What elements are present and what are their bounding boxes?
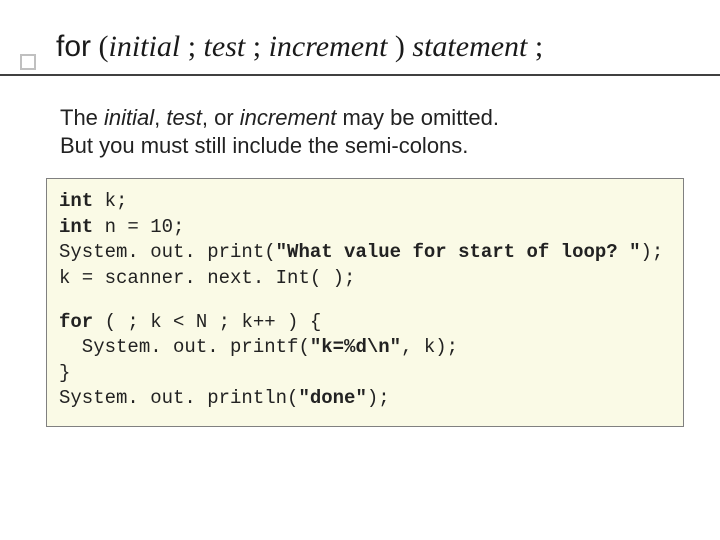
body-line-1: The initial, test, or increment may be o…	[60, 104, 499, 132]
title-keyword-for: for	[56, 30, 91, 63]
title-lparen: (	[91, 30, 109, 63]
code-l5b: ( ; k < N ; k++ ) {	[93, 311, 321, 333]
slide-title: for (initial ; test ; increment ) statem…	[56, 30, 543, 64]
code-l2b: n = 10;	[93, 216, 184, 238]
title-initial: initial	[109, 30, 181, 63]
code-l8: System. out. println(	[59, 387, 298, 409]
decor-square	[20, 54, 36, 70]
code-gap	[59, 292, 671, 310]
code-l6end: , k);	[401, 336, 458, 358]
code-kw-int1: int	[59, 190, 93, 212]
body-text: The initial, test, or increment may be o…	[60, 104, 499, 159]
body-l1a: The	[60, 105, 104, 130]
code-line-1: int k;	[59, 189, 671, 215]
code-line-5: for ( ; k < N ; k++ ) {	[59, 310, 671, 336]
code-l6q: "k=%d\n"	[310, 336, 401, 358]
code-l3end: );	[641, 241, 664, 263]
title-statement: statement	[412, 30, 527, 63]
body-l1-increment: increment	[240, 105, 337, 130]
title-underline	[0, 74, 720, 76]
title-tail: ;	[527, 30, 543, 63]
code-line-6: System. out. printf("k=%d\n", k);	[59, 335, 671, 361]
body-l1-initial: initial	[104, 105, 154, 130]
code-l3q: "What value for start of loop? "	[276, 241, 641, 263]
code-l1b: k;	[93, 190, 127, 212]
code-line-2: int n = 10;	[59, 215, 671, 241]
code-line-4: k = scanner. next. Int( );	[59, 266, 671, 292]
code-l8end: );	[367, 387, 390, 409]
code-line-3: System. out. print("What value for start…	[59, 240, 671, 266]
code-box: int k; int n = 10; System. out. print("W…	[46, 178, 684, 427]
title-test: test	[204, 30, 246, 63]
title-rparen: )	[387, 30, 412, 63]
body-line-2: But you must still include the semi-colo…	[60, 132, 499, 160]
title-increment: increment	[269, 30, 388, 63]
title-sep1: ;	[180, 30, 203, 63]
title-sep2: ;	[245, 30, 268, 63]
code-kw-int2: int	[59, 216, 93, 238]
body-l1c: , or	[202, 105, 240, 130]
code-l3: System. out. print(	[59, 241, 276, 263]
body-l1d: may be omitted.	[336, 105, 499, 130]
code-line-7: }	[59, 361, 671, 387]
code-l8q: "done"	[298, 387, 366, 409]
code-l6: System. out. printf(	[59, 336, 310, 358]
code-line-8: System. out. println("done");	[59, 386, 671, 412]
body-l1b: ,	[154, 105, 166, 130]
body-l1-test: test	[166, 105, 201, 130]
code-kw-for: for	[59, 311, 93, 333]
